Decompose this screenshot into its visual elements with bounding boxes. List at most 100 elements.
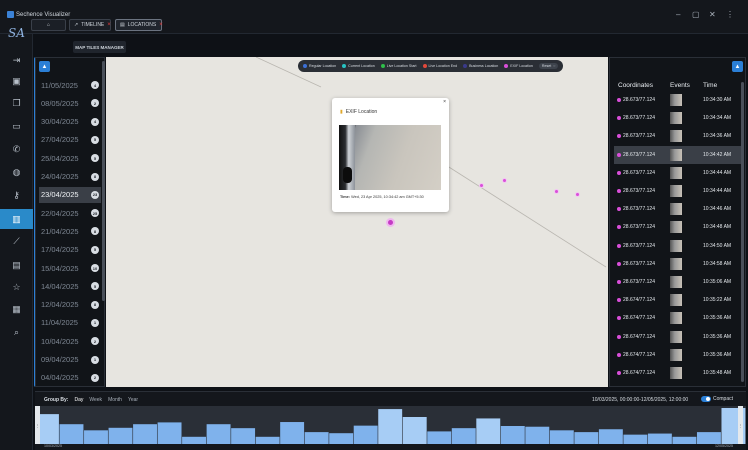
legend-exif[interactable]: EXIF Location — [504, 64, 533, 68]
date-list-item[interactable]: 21/04/2025 8 — [39, 223, 101, 239]
date-list-item[interactable]: 15/04/2025 10 — [39, 260, 101, 276]
date-list-item[interactable]: 10/04/2025 2 — [39, 333, 101, 349]
event-thumbnail[interactable] — [670, 276, 682, 288]
table-row[interactable]: 28.674/77.124 10:35:36 AM — [614, 346, 742, 364]
histogram-bar[interactable] — [672, 436, 697, 444]
table-row[interactable]: 28.673/77.124 10:35:06 AM — [614, 273, 742, 291]
column-header-events[interactable]: Events — [670, 82, 690, 89]
table-row[interactable]: 28.673/77.124 10:34:58 AM — [614, 255, 742, 273]
range-handle-right[interactable]: ⋮ — [738, 406, 743, 444]
event-thumbnail[interactable] — [670, 203, 682, 216]
table-row[interactable]: 28.674/77.124 10:35:36 AM — [614, 328, 742, 346]
tab-map-tiles-manager[interactable]: MAP TILES MANAGER — [73, 41, 126, 53]
histogram-bar[interactable] — [231, 428, 256, 444]
popup-photo[interactable] — [339, 125, 441, 190]
event-thumbnail[interactable] — [670, 148, 682, 161]
map-pin[interactable] — [575, 192, 580, 197]
event-thumbnail[interactable] — [670, 112, 682, 125]
date-list-item[interactable]: 30/04/2025 4 — [39, 114, 101, 130]
close-window-icon[interactable]: ✕ — [709, 10, 716, 19]
date-list-item[interactable]: 25/04/2025 5 — [39, 150, 101, 166]
date-list-item[interactable]: 11/05/2025 4 — [39, 77, 101, 93]
tab-locations[interactable]: ▤ LOCATIONS × — [115, 19, 163, 31]
table-row[interactable]: 28.674/77.124 10:35:22 AM — [614, 291, 742, 309]
event-thumbnail[interactable] — [670, 166, 682, 179]
reset-button[interactable]: Reset ◌ — [538, 63, 559, 69]
event-thumbnail[interactable] — [670, 257, 682, 270]
more-menu-icon[interactable]: ⋮ — [726, 10, 734, 19]
date-list-item[interactable]: 11/04/2025 1 — [39, 315, 101, 331]
table-row[interactable]: 28.673/77.124 10:34:44 AM — [614, 164, 742, 182]
group-by-month[interactable]: Month — [108, 397, 122, 403]
table-row[interactable]: 28.673/77.124 10:34:30 AM — [614, 91, 742, 109]
histogram-bar[interactable] — [402, 417, 427, 444]
date-list-item[interactable]: 17/04/2025 5 — [39, 242, 101, 258]
histogram-bar[interactable] — [84, 430, 108, 444]
favorites-icon[interactable]: ☆ — [0, 277, 33, 297]
histogram-bar[interactable] — [549, 430, 574, 444]
date-list-item[interactable]: 12/04/2025 8 — [39, 297, 101, 313]
group-by-day[interactable]: Day — [74, 397, 83, 403]
histogram-bar[interactable] — [206, 424, 231, 444]
legend-current[interactable]: Current Location — [342, 64, 375, 68]
web-icon[interactable]: ◍ — [0, 162, 33, 182]
event-thumbnail[interactable] — [670, 221, 682, 234]
group-by-year[interactable]: Year — [128, 397, 138, 403]
histogram-bar[interactable] — [59, 424, 84, 444]
table-row[interactable]: 28.673/77.124 10:34:36 AM — [614, 127, 742, 145]
table-row[interactable]: 28.673/77.124 10:34:34 AM — [614, 109, 742, 127]
date-list-item[interactable]: 24/04/2025 8 — [39, 169, 101, 185]
notes-icon[interactable]: ▤ — [0, 255, 33, 275]
keys-icon[interactable]: ⚷ — [0, 185, 33, 205]
date-list-item[interactable]: 14/04/2025 5 — [39, 278, 101, 294]
histogram-bar[interactable] — [574, 432, 599, 444]
event-thumbnail[interactable] — [670, 312, 682, 325]
event-thumbnail[interactable] — [670, 130, 682, 143]
histogram-bar[interactable] — [623, 434, 648, 444]
collapse-up-icon[interactable]: ▲ — [39, 61, 50, 72]
search-icon[interactable]: ⌕ — [0, 322, 33, 342]
contacts-icon[interactable]: ▣ — [0, 71, 33, 91]
table-row[interactable]: 28.673/77.124 10:34:44 AM — [614, 182, 742, 200]
legend-regular[interactable]: Regular Location — [303, 64, 336, 68]
tab-timeline[interactable]: ↗ TIMELINE × — [69, 19, 111, 31]
table-row[interactable]: 28.673/77.124 10:34:48 AM — [614, 218, 742, 236]
range-handle-left[interactable]: ⋮ — [35, 406, 40, 444]
histogram-bar[interactable] — [427, 431, 452, 444]
histogram-bar[interactable] — [353, 425, 378, 444]
table-row[interactable]: 28.674/77.124 10:35:36 AM — [614, 309, 742, 327]
map-pin-selected[interactable] — [386, 218, 395, 227]
compact-toggle[interactable]: Compact — [701, 396, 733, 402]
map-pin[interactable] — [502, 178, 507, 183]
group-by-week[interactable]: Week — [89, 397, 102, 403]
histogram-bar[interactable] — [304, 432, 329, 444]
analytics-icon[interactable]: ⟋ — [0, 231, 33, 251]
minimize-icon[interactable]: – — [676, 10, 680, 19]
table-row[interactable]: 28.674/77.124 10:35:48 AM — [614, 364, 742, 382]
histogram-bar[interactable] — [108, 427, 133, 444]
apps-icon[interactable]: ▦ — [0, 299, 33, 319]
date-list-scrollbar[interactable] — [102, 61, 105, 301]
map-icon[interactable]: ▥ — [0, 209, 33, 229]
histogram-bar[interactable] — [255, 436, 280, 444]
histogram-bar[interactable] — [525, 426, 550, 444]
map-pin[interactable] — [554, 189, 559, 194]
histogram-bar[interactable] — [280, 422, 305, 444]
tab-home[interactable]: ⌂ — [31, 19, 66, 31]
histogram-bar[interactable] — [133, 424, 157, 444]
legend-live-start[interactable]: Live Location Start — [380, 64, 417, 68]
table-scrollbar[interactable] — [741, 82, 744, 382]
login-icon[interactable]: ⇥ — [0, 50, 33, 70]
date-list-item[interactable]: 09/04/2025 1 — [39, 352, 101, 368]
date-list-item[interactable]: 27/04/2025 5 — [39, 132, 101, 148]
histogram-bar[interactable] — [182, 436, 207, 444]
legend-live-end[interactable]: Live Location End — [422, 64, 457, 68]
table-row[interactable]: 28.673/77.124 10:34:46 AM — [614, 200, 742, 218]
event-thumbnail[interactable] — [670, 348, 682, 361]
histogram-bar[interactable] — [500, 426, 525, 444]
collapse-up-icon[interactable]: ▲ — [732, 61, 743, 72]
date-list-item[interactable]: 08/05/2025 2 — [39, 95, 101, 111]
date-list-item[interactable]: 23/04/2025 23 — [39, 186, 101, 203]
histogram-bar[interactable] — [378, 409, 403, 444]
toggle-switch[interactable] — [701, 396, 711, 402]
